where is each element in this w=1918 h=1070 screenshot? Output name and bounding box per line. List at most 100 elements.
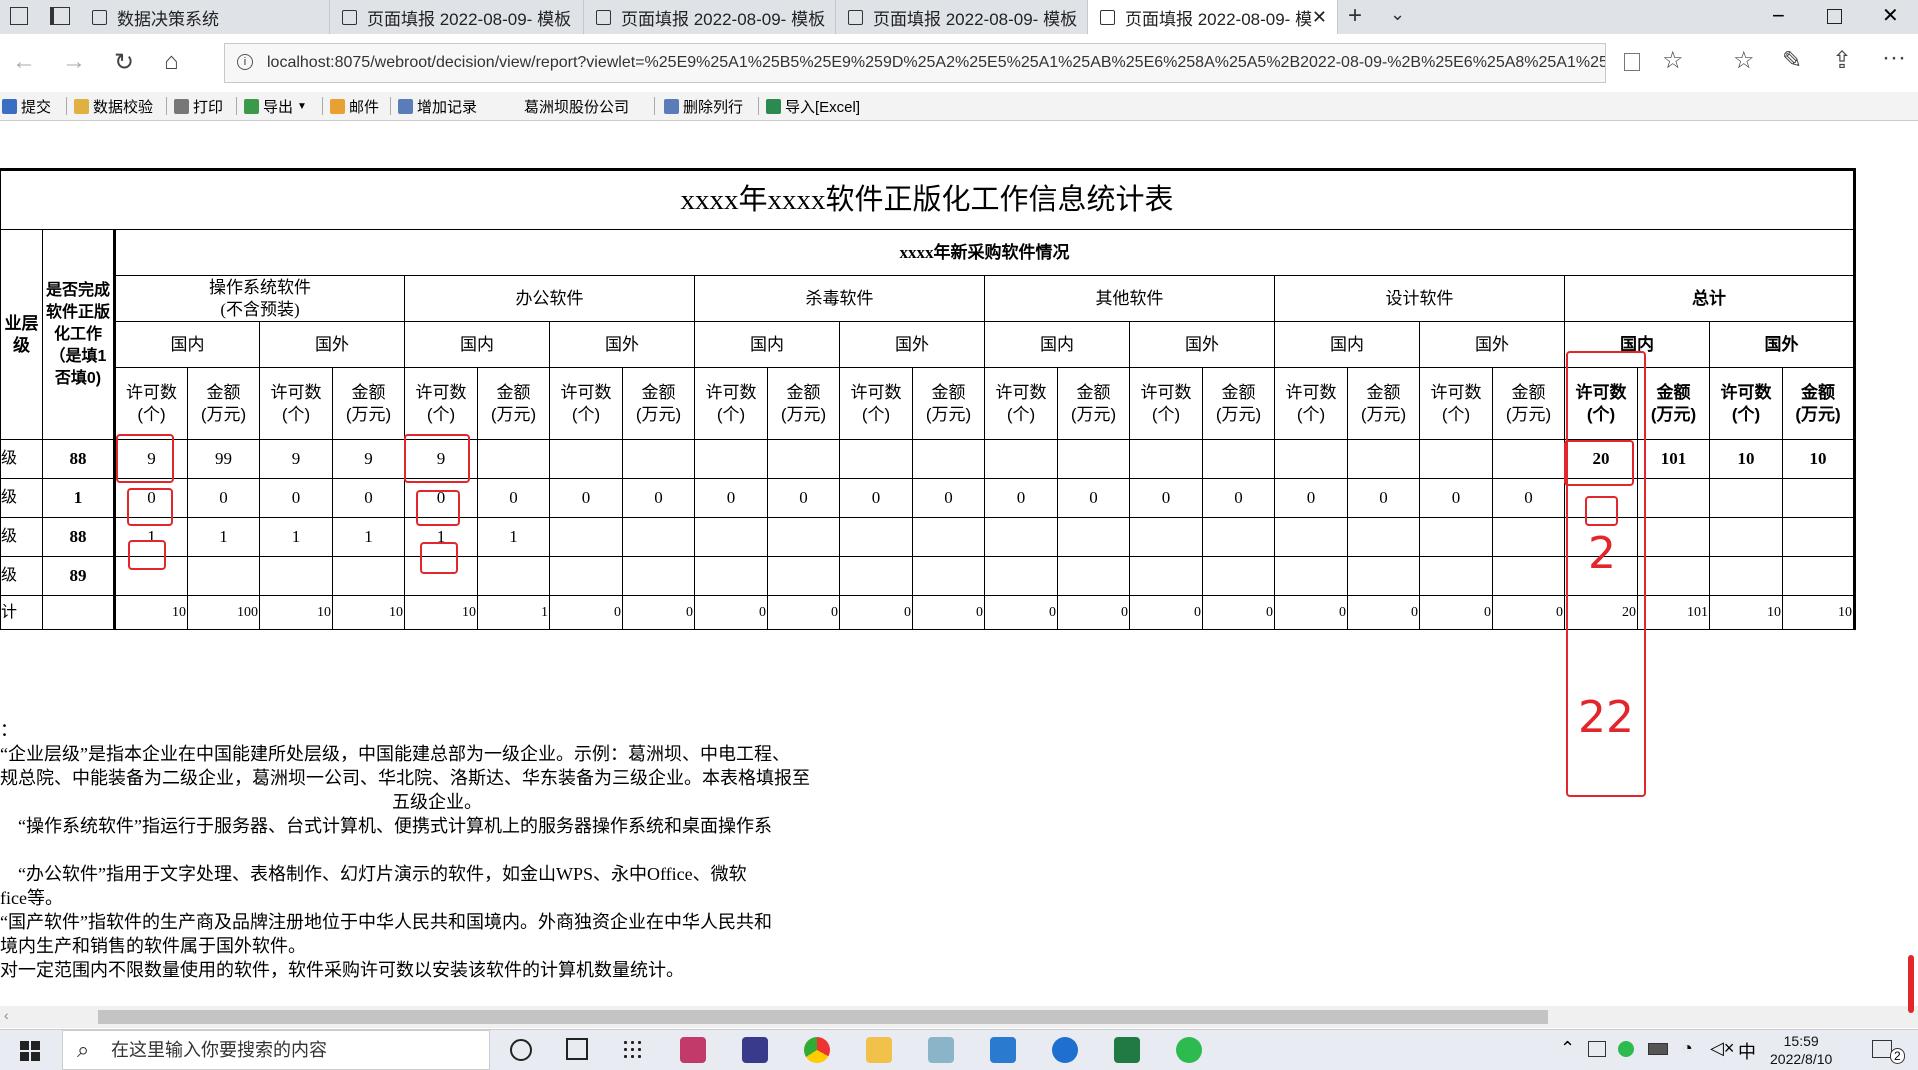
- data-cell[interactable]: 1: [477, 517, 550, 557]
- ime-indicator[interactable]: 中: [1738, 1038, 1756, 1064]
- tab-report-2[interactable]: 页面填报 2022-08-09- 模板: [584, 0, 836, 34]
- data-cell[interactable]: [1709, 556, 1783, 596]
- data-cell[interactable]: 0: [622, 478, 695, 518]
- data-cell[interactable]: [1274, 556, 1348, 596]
- data-cell[interactable]: 10: [1709, 439, 1783, 479]
- horizontal-scroll-thumb[interactable]: [98, 1010, 1548, 1024]
- windows-start-icon[interactable]: [20, 1041, 40, 1061]
- data-cell[interactable]: [1492, 439, 1565, 479]
- data-cell[interactable]: 99: [187, 439, 260, 479]
- data-cell[interactable]: 0: [1129, 478, 1203, 518]
- data-cell[interactable]: [1202, 439, 1275, 479]
- chevron-down-icon[interactable]: ⌄: [1390, 4, 1405, 25]
- data-cell[interactable]: 0: [839, 478, 913, 518]
- excel-app-icon[interactable]: [1114, 1037, 1140, 1063]
- data-cell[interactable]: [259, 556, 333, 596]
- info-icon[interactable]: i: [237, 54, 253, 70]
- data-cell[interactable]: [767, 439, 840, 479]
- file-explorer-icon[interactable]: [866, 1037, 892, 1063]
- cortana-icon[interactable]: [510, 1039, 532, 1061]
- data-cell[interactable]: 9: [332, 439, 405, 479]
- data-cell[interactable]: 9: [259, 439, 333, 479]
- submit-button[interactable]: 提交: [2, 96, 51, 117]
- minimize-button[interactable]: −: [1772, 3, 1785, 29]
- data-cell[interactable]: [1492, 517, 1565, 557]
- back-icon[interactable]: ←: [12, 48, 36, 76]
- data-cell[interactable]: [1782, 556, 1856, 596]
- taskbar-search-input[interactable]: ⌕ 在这里输入你要搜索的内容: [62, 1030, 490, 1070]
- tab-report-1[interactable]: 页面填报 2022-08-09- 模板: [330, 0, 584, 34]
- data-cell[interactable]: [694, 517, 768, 557]
- data-cell[interactable]: [1492, 556, 1565, 596]
- data-cell[interactable]: [1057, 556, 1130, 596]
- mail-button[interactable]: 邮件: [330, 96, 379, 117]
- data-cell[interactable]: 0: [259, 478, 333, 518]
- data-cell[interactable]: [1637, 556, 1710, 596]
- data-cell[interactable]: [767, 517, 840, 557]
- delete-row-button[interactable]: 删除列行: [664, 96, 743, 117]
- data-cell[interactable]: [912, 439, 985, 479]
- finereport-icon[interactable]: [990, 1037, 1016, 1063]
- data-cell[interactable]: [1347, 556, 1420, 596]
- data-cell[interactable]: [1274, 439, 1348, 479]
- data-cell[interactable]: [1419, 439, 1493, 479]
- data-cell[interactable]: [1129, 556, 1203, 596]
- data-cell[interactable]: [1274, 517, 1348, 557]
- data-cell[interactable]: [984, 439, 1058, 479]
- more-icon[interactable]: ···: [1882, 44, 1906, 72]
- tray-app-icon[interactable]: [1588, 1041, 1606, 1057]
- data-cell[interactable]: [549, 439, 623, 479]
- data-cell[interactable]: 0: [767, 478, 840, 518]
- horizontal-scrollbar[interactable]: ‹: [0, 1006, 1918, 1028]
- tray-wechat-icon[interactable]: [1618, 1041, 1634, 1057]
- favorites-list-icon[interactable]: ☆: [1733, 46, 1755, 75]
- data-cell[interactable]: 0: [1274, 478, 1348, 518]
- data-cell[interactable]: 1: [332, 517, 405, 557]
- scroll-left-icon[interactable]: ‹: [4, 1007, 9, 1023]
- system-clock[interactable]: 15:59 2022/8/10: [1770, 1032, 1832, 1068]
- data-cell[interactable]: [912, 556, 985, 596]
- data-cell[interactable]: 0: [984, 478, 1058, 518]
- data-cell[interactable]: [1782, 517, 1856, 557]
- data-cell[interactable]: [1419, 556, 1493, 596]
- data-cell[interactable]: 10: [1782, 439, 1856, 479]
- battery-icon[interactable]: [1648, 1043, 1668, 1055]
- data-cell[interactable]: [1709, 517, 1783, 557]
- chrome-icon[interactable]: [804, 1037, 830, 1063]
- database-app-icon[interactable]: [680, 1037, 706, 1063]
- data-cell[interactable]: [549, 517, 623, 557]
- wechat-icon[interactable]: [1176, 1037, 1202, 1063]
- print-button[interactable]: 打印: [174, 96, 223, 117]
- import-excel-button[interactable]: 导入[Excel]: [766, 96, 860, 117]
- data-cell[interactable]: [767, 556, 840, 596]
- tray-chevron-icon[interactable]: ⌃: [1560, 1038, 1575, 1059]
- data-cell[interactable]: [984, 517, 1058, 557]
- row-done-cell[interactable]: 88: [42, 439, 116, 479]
- data-cell[interactable]: [622, 517, 695, 557]
- data-cell[interactable]: [477, 439, 550, 479]
- archive-app-icon[interactable]: [742, 1037, 768, 1063]
- wifi-icon[interactable]: ◔: [1682, 1038, 1693, 1059]
- volume-icon[interactable]: ◁×: [1710, 1038, 1734, 1059]
- data-cell[interactable]: 1: [259, 517, 333, 557]
- data-cell[interactable]: [1709, 478, 1783, 518]
- data-cell[interactable]: [1637, 478, 1710, 518]
- data-cell[interactable]: [839, 556, 913, 596]
- tab-report-active[interactable]: 页面填报 2022-08-09- 模 ✕: [1088, 0, 1338, 34]
- data-cell[interactable]: 0: [549, 478, 623, 518]
- data-cell[interactable]: [477, 556, 550, 596]
- data-cell[interactable]: 0: [187, 478, 260, 518]
- data-cell[interactable]: [187, 556, 260, 596]
- data-cell[interactable]: [1129, 439, 1203, 479]
- tab-report-3[interactable]: 页面填报 2022-08-09- 模板: [836, 0, 1088, 34]
- data-cell[interactable]: [1347, 439, 1420, 479]
- url-input[interactable]: i localhost:8075/webroot/decision/view/r…: [224, 43, 1606, 83]
- close-tab-icon[interactable]: ✕: [1312, 7, 1327, 28]
- data-cell[interactable]: [549, 556, 623, 596]
- data-cell[interactable]: 0: [1419, 478, 1493, 518]
- notification-icon[interactable]: [1872, 1040, 1892, 1058]
- data-cell[interactable]: 0: [1492, 478, 1565, 518]
- reading-view-icon[interactable]: [1624, 53, 1640, 71]
- data-cell[interactable]: 0: [1202, 478, 1275, 518]
- data-cell[interactable]: [1129, 517, 1203, 557]
